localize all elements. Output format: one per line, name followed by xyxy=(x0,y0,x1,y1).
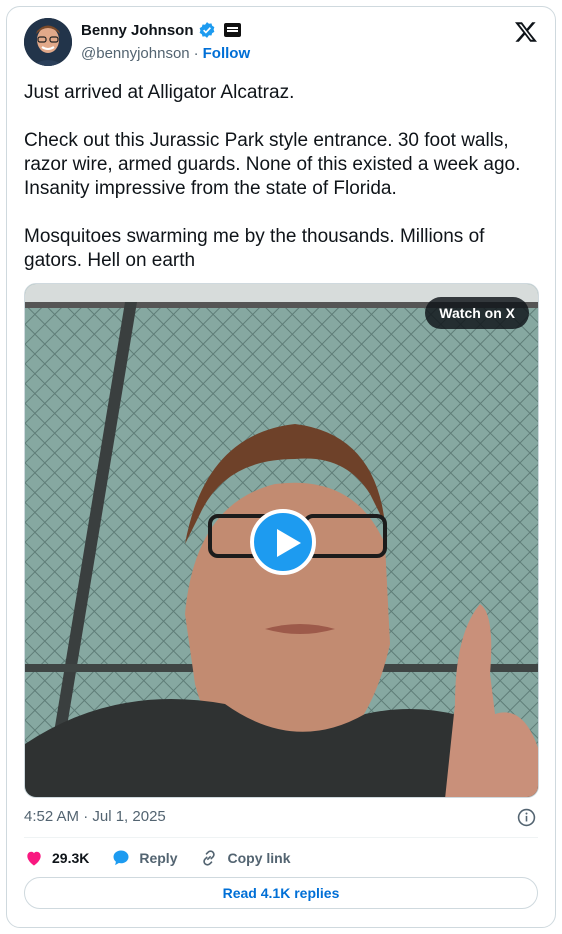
reply-button[interactable]: Reply xyxy=(111,848,177,868)
video-player[interactable]: Watch on X xyxy=(24,283,539,798)
heart-icon xyxy=(27,851,41,866)
affiliate-badge-icon xyxy=(223,23,241,37)
divider xyxy=(24,837,538,838)
avatar[interactable] xyxy=(24,18,72,66)
like-button[interactable]: 29.3K xyxy=(24,848,89,868)
like-count: 29.3K xyxy=(52,850,90,866)
tweet-card: Benny Johnson @bennyjohnson · Follow Jus… xyxy=(6,6,556,928)
play-button-icon[interactable] xyxy=(250,509,316,575)
avatar-image xyxy=(24,18,72,66)
action-bar: 29.3K Reply Copy link xyxy=(24,848,313,868)
author-name[interactable]: Benny Johnson xyxy=(81,22,194,39)
author-name-row: Benny Johnson xyxy=(81,21,241,39)
separator-dot: · xyxy=(193,45,199,62)
follow-button[interactable]: Follow xyxy=(203,45,251,62)
reply-bubble-icon xyxy=(113,850,129,866)
x-logo-icon[interactable] xyxy=(514,20,538,44)
post-timestamp[interactable]: 4:52 AM · Jul 1, 2025 xyxy=(24,808,166,825)
author-handle[interactable]: @bennyjohnson xyxy=(81,45,190,62)
reply-label: Reply xyxy=(139,850,178,866)
copy-link-button[interactable]: Copy link xyxy=(199,848,291,868)
info-icon[interactable] xyxy=(517,808,536,827)
copy-link-label: Copy link xyxy=(227,850,291,866)
handle-row: @bennyjohnson · Follow xyxy=(81,45,250,62)
verified-badge-icon xyxy=(199,22,214,38)
read-replies-button[interactable]: Read 4.1K replies xyxy=(24,877,538,909)
post-text: Just arrived at Alligator Alcatraz. Chec… xyxy=(24,82,521,271)
link-icon xyxy=(203,850,216,866)
watch-on-x-button[interactable]: Watch on X xyxy=(425,297,529,329)
